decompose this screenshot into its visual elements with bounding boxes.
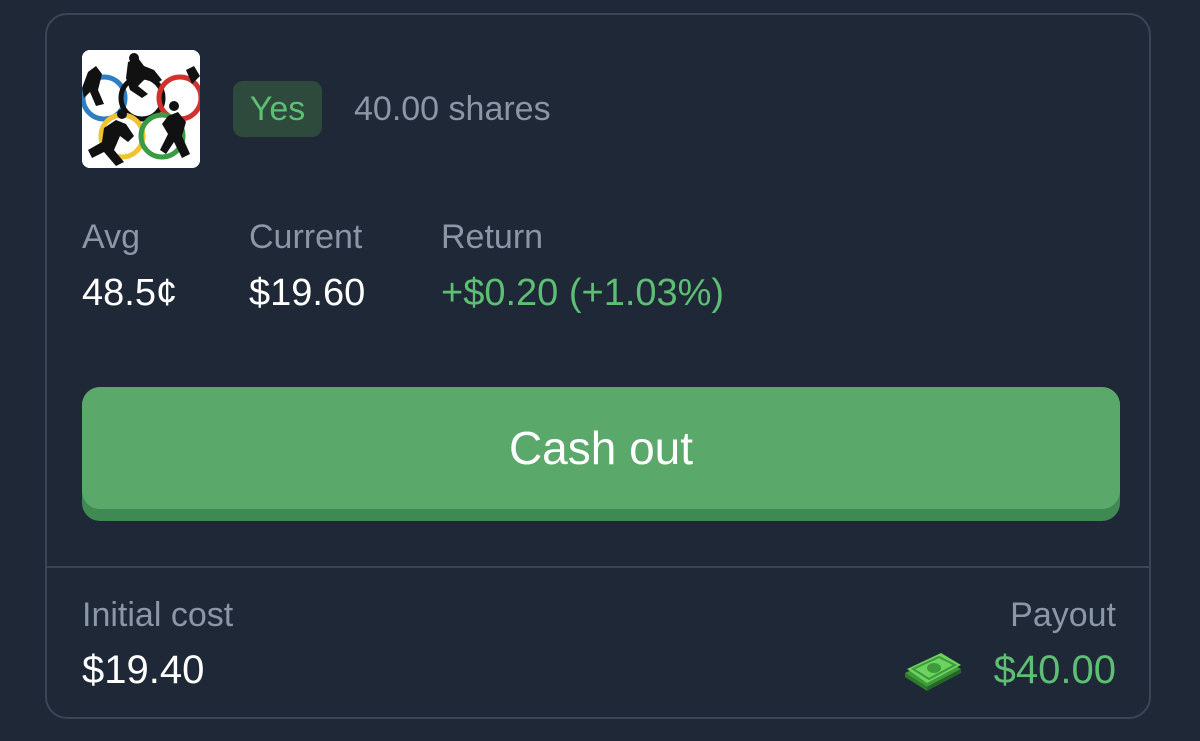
initial-cost-value: $19.40 [82,648,205,692]
avg-label: Avg [82,218,140,256]
payout-value: $40.00 [993,648,1116,692]
avg-stat: Avg 48.5¢ [82,215,177,317]
position-card: Yes 40.00 shares Avg 48.5¢ Current $19.6… [45,13,1151,719]
return-label: Return [441,218,544,256]
cash-out-label: Cash out [82,387,1120,509]
payout-label: Payout [1010,596,1116,634]
return-value: +$0.20 (+1.03%) [441,272,725,314]
money-icon [905,653,961,691]
divider [47,566,1149,568]
initial-cost-label: Initial cost [82,596,234,634]
olympic-rings-icon [82,50,200,168]
return-stat: Return +$0.20 (+1.03%) [441,215,724,317]
current-label: Current [249,218,363,256]
current-stat: Current $19.60 [249,215,365,317]
avg-value: 48.5¢ [82,272,178,314]
cash-out-button[interactable]: Cash out [82,387,1120,521]
outcome-badge: Yes [233,81,322,137]
shares-count: 40.00 shares [354,90,551,128]
current-value: $19.60 [249,272,366,314]
market-thumbnail [82,50,200,168]
